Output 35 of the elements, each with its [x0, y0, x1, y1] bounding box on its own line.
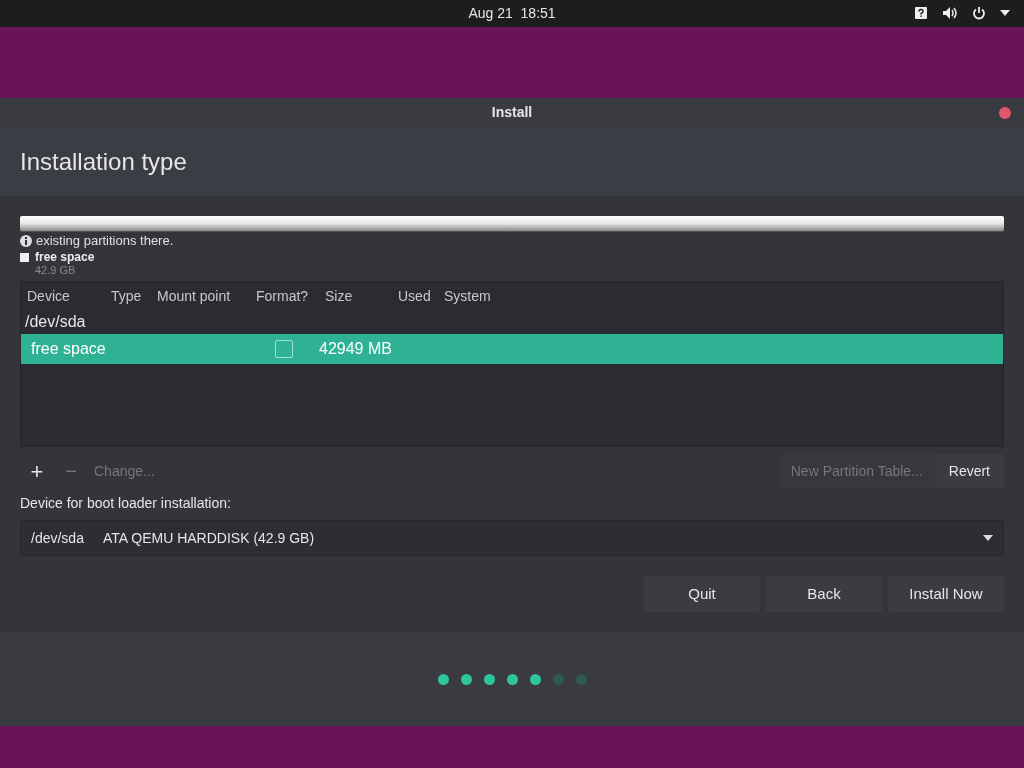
dialog-button[interactable]: Back	[766, 576, 882, 612]
column-header[interactable]: Used	[398, 285, 444, 307]
window-title: Install	[491, 103, 533, 122]
column-header[interactable]: Type	[111, 285, 157, 307]
column-header[interactable]: Device	[27, 285, 111, 307]
legend-size: 42.9 GB	[35, 264, 77, 277]
dialog-button[interactable]: Install Now	[888, 576, 1004, 612]
device-name: free space	[31, 339, 107, 359]
add-button[interactable]: +	[20, 455, 54, 487]
device-name: /dev/sda	[25, 312, 86, 332]
size-cell-text: 42949 MB	[319, 339, 392, 359]
boot-loader-label: Device for boot loader installation:	[20, 494, 232, 513]
info-icon	[20, 235, 32, 247]
revert-button[interactable]: Revert	[934, 454, 1004, 488]
column-header[interactable]: Format?	[256, 285, 325, 307]
device-description: ATA QEMU HARDDISK (42.9 GB)	[103, 528, 316, 548]
column-header[interactable]: Size	[325, 285, 398, 307]
boot-loader-dropdown[interactable]: /dev/sda ATA QEMU HARDDISK (42.9 GB)	[20, 520, 1004, 556]
clock[interactable]: Aug 21 18:51	[468, 3, 556, 24]
dropdown-caret-icon[interactable]	[1000, 10, 1010, 16]
info-text: existing partitions there.	[36, 233, 174, 249]
volume-icon[interactable]	[942, 6, 958, 20]
format-checkbox[interactable]	[275, 340, 293, 358]
device-path: /dev/sda	[31, 528, 85, 548]
legend-swatch	[20, 253, 29, 262]
close-button[interactable]	[999, 107, 1011, 119]
dropdown-caret-icon	[983, 535, 993, 541]
page-heading: Installation type	[20, 146, 187, 177]
dialog-button[interactable]: Quit	[644, 576, 760, 612]
power-icon[interactable]	[972, 6, 986, 20]
column-header[interactable]: Mount point	[157, 285, 256, 307]
legend-label: free space	[35, 250, 95, 264]
column-header[interactable]: System	[444, 285, 524, 307]
help-icon[interactable]	[914, 6, 928, 20]
table-row[interactable]: /dev/sda	[21, 310, 1003, 334]
